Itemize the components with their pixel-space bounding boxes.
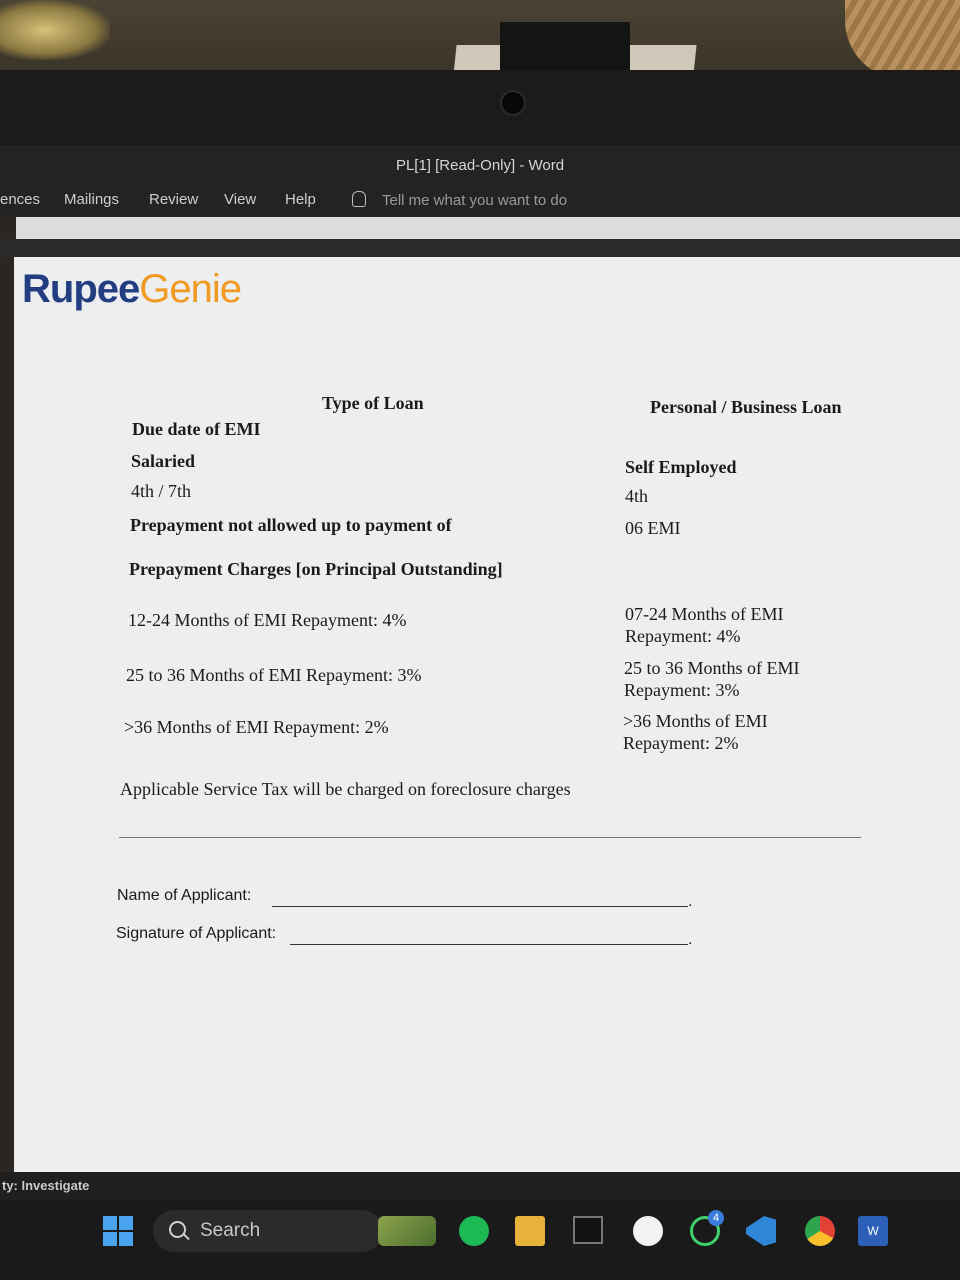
vscode-icon[interactable] <box>746 1216 776 1246</box>
prepayment-emi-count: 06 EMI <box>625 518 681 538</box>
taskbar: Search 4 W <box>0 1200 960 1280</box>
background-arm <box>845 0 960 80</box>
due-date-label: Due date of EMI <box>132 419 261 439</box>
signature-of-applicant-label: Signature of Applicant: <box>116 925 277 942</box>
tab-view[interactable]: View <box>224 191 256 208</box>
salaried-charge-row-2: 25 to 36 Months of EMI Repayment: 3% <box>126 665 422 685</box>
status-text: ty: Investigate <box>2 1178 90 1193</box>
tab-references[interactable]: ences <box>0 191 40 208</box>
window-titlebar: PL[1] [Read-Only] - Word <box>0 145 960 185</box>
self-charge-row-2: 25 to 36 Months of EMI Repayment: 3% <box>624 658 800 700</box>
lamp-light <box>0 0 110 60</box>
document-canvas-border <box>0 239 960 257</box>
document-page: RupeeGenie Type of Loan Personal / Busin… <box>14 257 960 1172</box>
chrome-icon[interactable] <box>805 1216 835 1246</box>
word-icon[interactable]: W <box>858 1216 888 1246</box>
ribbon-tabs: ences Mailings Review View Help Tell me … <box>0 185 960 217</box>
name-signature-line <box>272 906 688 907</box>
windows-start-icon[interactable] <box>103 1216 133 1246</box>
taskbar-search-label: Search <box>200 1220 261 1241</box>
salaried-charge-row-3: >36 Months of EMI Repayment: 2% <box>124 717 389 737</box>
service-tax-note: Applicable Service Tax will be charged o… <box>120 779 571 799</box>
github-icon[interactable] <box>633 1216 663 1246</box>
horizontal-rule <box>119 837 861 838</box>
tell-me-text: Tell me what you want to do <box>382 192 568 209</box>
tab-help[interactable]: Help <box>285 191 316 208</box>
due-date-self-employed: 4th <box>625 486 649 506</box>
status-bar: ty: Investigate <box>0 1172 960 1200</box>
loan-kind-heading: Personal / Business Loan <box>650 397 842 417</box>
tab-review[interactable]: Review <box>149 191 198 208</box>
signature-line <box>290 944 688 945</box>
taskbar-search[interactable]: Search <box>153 1210 383 1252</box>
prepayment-not-allowed-label: Prepayment not allowed up to payment of <box>130 515 452 535</box>
signature-line-end: . <box>688 931 693 948</box>
prepayment-charges-heading: Prepayment Charges [on Principal Outstan… <box>129 559 503 579</box>
salaried-charge-row-1: 12-24 Months of EMI Repayment: 4% <box>128 610 407 630</box>
search-icon <box>169 1221 186 1238</box>
name-line-end: . <box>688 893 693 910</box>
laptop-bezel <box>0 70 960 145</box>
self-charge-row-3: >36 Months of EMI Repayment: 2% <box>623 711 768 753</box>
self-employed-heading: Self Employed <box>625 457 737 477</box>
tell-me-search[interactable]: Tell me what you want to do <box>352 191 567 209</box>
file-explorer-icon[interactable] <box>515 1216 545 1246</box>
type-of-loan-heading: Type of Loan <box>322 393 424 413</box>
due-date-salaried: 4th / 7th <box>131 481 192 501</box>
terminal-icon[interactable] <box>573 1216 603 1244</box>
lightbulb-icon <box>352 191 366 207</box>
name-of-applicant-label: Name of Applicant: <box>117 887 252 904</box>
tab-mailings[interactable]: Mailings <box>64 191 119 208</box>
background-device <box>500 22 630 70</box>
salaried-heading: Salaried <box>131 451 196 471</box>
photos-app-icon[interactable] <box>378 1216 436 1246</box>
logo-part-rupee: Rupee <box>22 267 140 311</box>
ruler-bar <box>16 217 960 239</box>
logo-part-genie: Genie <box>139 267 242 311</box>
self-charge-row-1: 07-24 Months of EMI Repayment: 4% <box>625 604 784 646</box>
webcam <box>500 90 526 116</box>
spotify-icon[interactable] <box>459 1216 489 1246</box>
window-title: PL[1] [Read-Only] - Word <box>395 157 565 174</box>
whatsapp-notification-badge: 4 <box>708 1210 724 1226</box>
rupeegenie-logo: RupeeGenie <box>22 267 242 312</box>
